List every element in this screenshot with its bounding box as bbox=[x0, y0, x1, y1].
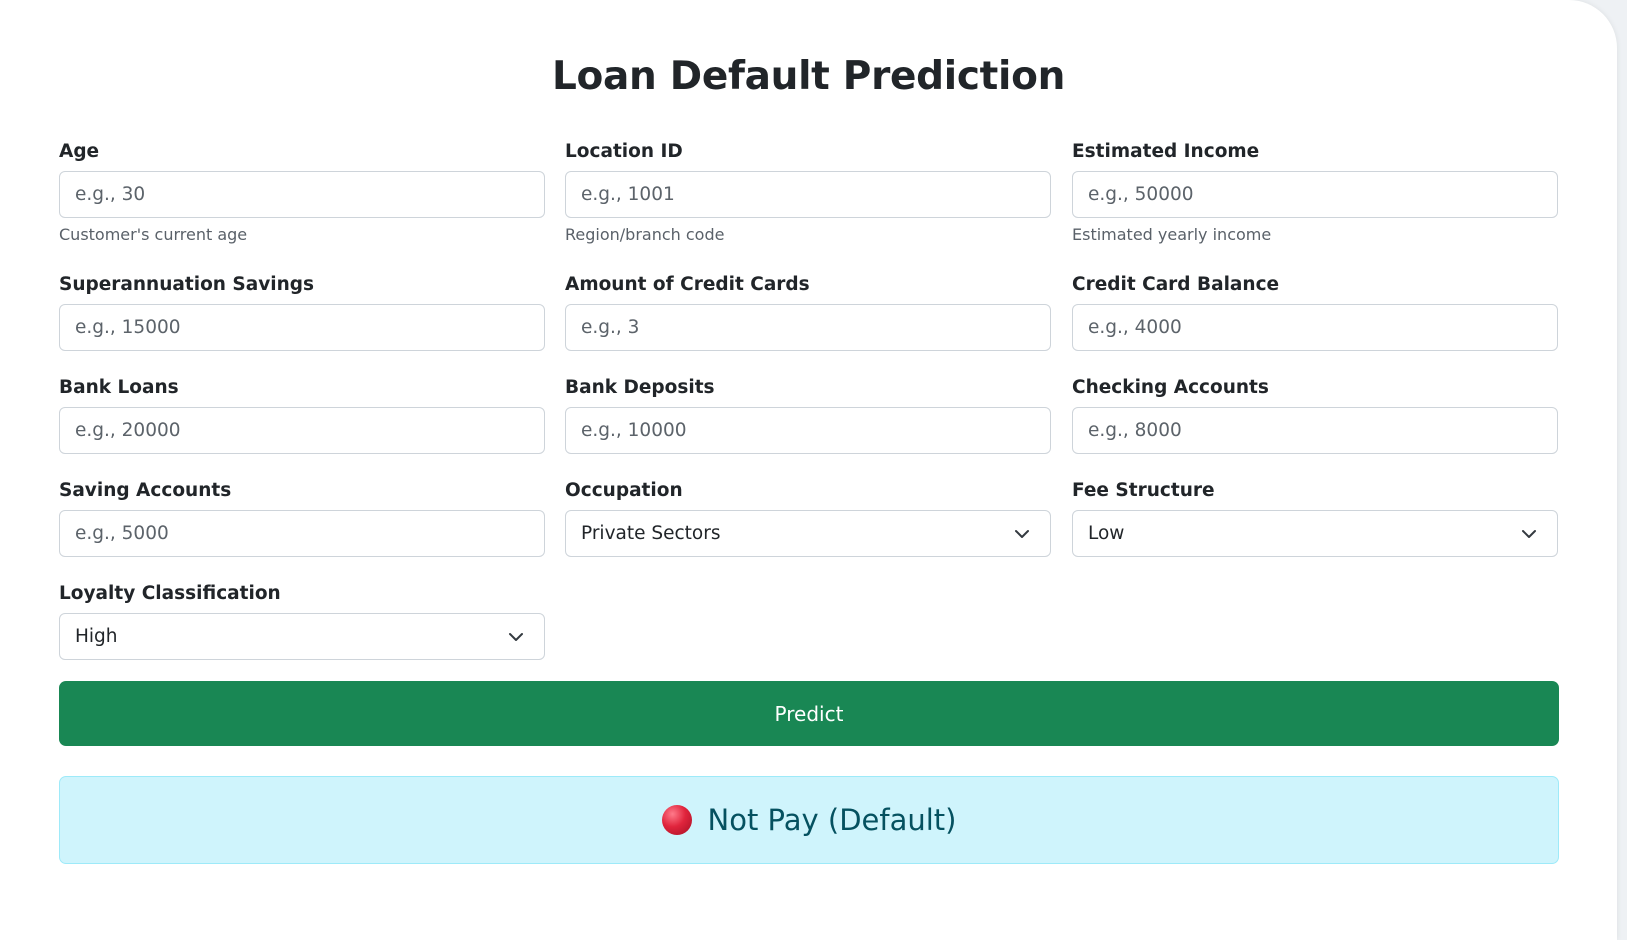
loyalty-classification-field-group: Loyalty Classification High bbox=[59, 580, 545, 660]
saving-accounts-input[interactable] bbox=[59, 510, 545, 557]
red-circle-icon bbox=[661, 805, 692, 835]
age-help-text: Customer's current age bbox=[59, 225, 248, 244]
loyalty-classification-selected-value: High bbox=[75, 626, 118, 647]
location-id-input[interactable] bbox=[565, 171, 1051, 218]
fee-structure-selected-value: Low bbox=[1088, 523, 1125, 544]
checking-accounts-label: Checking Accounts bbox=[1072, 377, 1269, 398]
amount-credit-cards-label: Amount of Credit Cards bbox=[565, 274, 810, 295]
saving-accounts-label: Saving Accounts bbox=[59, 480, 232, 501]
form-card: Loan Default Prediction Age Customer's c… bbox=[0, 0, 1617, 940]
fee-structure-label: Fee Structure bbox=[1072, 480, 1215, 501]
superannuation-savings-input[interactable] bbox=[59, 304, 545, 351]
estimated-income-input[interactable] bbox=[1072, 171, 1558, 218]
chevron-down-icon bbox=[1522, 529, 1536, 538]
bank-loans-field-group: Bank Loans bbox=[59, 374, 545, 454]
location-id-label: Location ID bbox=[565, 141, 683, 162]
checking-accounts-input[interactable] bbox=[1072, 407, 1558, 454]
amount-credit-cards-field-group: Amount of Credit Cards bbox=[565, 271, 1051, 351]
bank-loans-label: Bank Loans bbox=[59, 377, 179, 398]
fee-structure-select[interactable]: Low bbox=[1072, 510, 1558, 557]
location-id-field-group: Location ID Region/branch code bbox=[565, 138, 1051, 245]
fee-structure-field-group: Fee Structure Low bbox=[1072, 477, 1558, 557]
superannuation-savings-field-group: Superannuation Savings bbox=[59, 271, 545, 351]
age-field-group: Age Customer's current age bbox=[59, 138, 545, 245]
age-input[interactable] bbox=[59, 171, 545, 218]
predict-button[interactable]: Predict bbox=[59, 681, 1559, 746]
occupation-label: Occupation bbox=[565, 480, 683, 501]
age-label: Age bbox=[59, 141, 100, 162]
occupation-selected-value: Private Sectors bbox=[581, 523, 721, 544]
credit-card-balance-input[interactable] bbox=[1072, 304, 1558, 351]
saving-accounts-field-group: Saving Accounts bbox=[59, 477, 545, 557]
bank-loans-input[interactable] bbox=[59, 407, 545, 454]
amount-credit-cards-input[interactable] bbox=[565, 304, 1051, 351]
location-id-help-text: Region/branch code bbox=[565, 225, 725, 244]
bank-deposits-input[interactable] bbox=[565, 407, 1051, 454]
estimated-income-label: Estimated Income bbox=[1072, 141, 1260, 162]
chevron-down-icon bbox=[1015, 529, 1029, 538]
credit-card-balance-field-group: Credit Card Balance bbox=[1072, 271, 1558, 351]
loyalty-classification-label: Loyalty Classification bbox=[59, 583, 281, 604]
loyalty-classification-select[interactable]: High bbox=[59, 613, 545, 660]
chevron-down-icon bbox=[509, 632, 523, 641]
prediction-result-text: Not Pay (Default) bbox=[707, 803, 957, 837]
bank-deposits-label: Bank Deposits bbox=[565, 377, 715, 398]
checking-accounts-field-group: Checking Accounts bbox=[1072, 374, 1558, 454]
prediction-result-alert: Not Pay (Default) bbox=[59, 776, 1559, 864]
estimated-income-help-text: Estimated yearly income bbox=[1072, 225, 1272, 244]
superannuation-savings-label: Superannuation Savings bbox=[59, 274, 315, 295]
estimated-income-field-group: Estimated Income Estimated yearly income bbox=[1072, 138, 1558, 245]
bank-deposits-field-group: Bank Deposits bbox=[565, 374, 1051, 454]
credit-card-balance-label: Credit Card Balance bbox=[1072, 274, 1280, 295]
page-title: Loan Default Prediction bbox=[551, 54, 1066, 99]
occupation-field-group: Occupation Private Sectors bbox=[565, 477, 1051, 557]
occupation-select[interactable]: Private Sectors bbox=[565, 510, 1051, 557]
